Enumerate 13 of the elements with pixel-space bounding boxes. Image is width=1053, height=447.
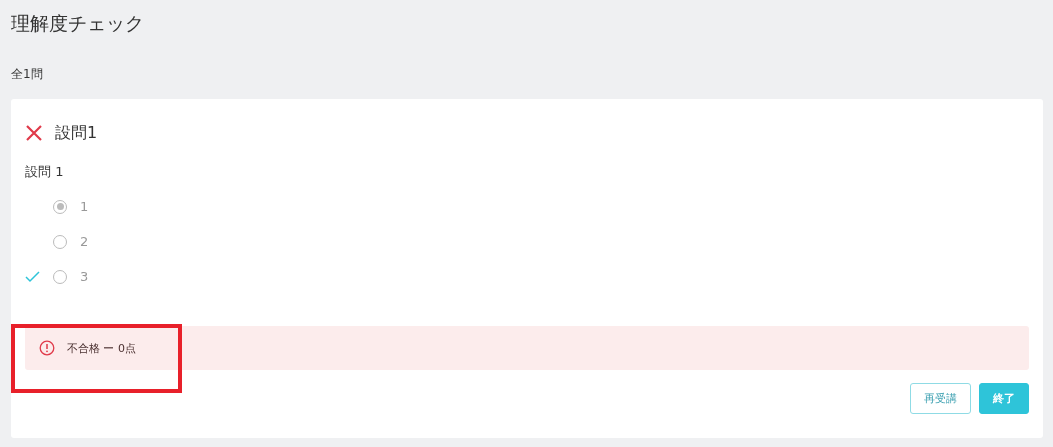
question-count: 全1問 <box>11 66 44 82</box>
check-icon <box>25 270 40 283</box>
page-title: 理解度チェック <box>11 11 145 36</box>
option-label: 1 <box>80 199 89 214</box>
question-text: 設問 1 <box>25 163 65 181</box>
question-title: 設問1 <box>55 122 98 144</box>
close-icon <box>25 124 43 142</box>
result-text: 不合格 ー 0点 <box>67 340 136 356</box>
alert-icon <box>39 340 55 356</box>
finish-button[interactable]: 終了 <box>979 383 1029 414</box>
retake-button[interactable]: 再受講 <box>910 383 971 414</box>
option-label: 2 <box>80 234 89 249</box>
option-label: 3 <box>80 269 89 284</box>
